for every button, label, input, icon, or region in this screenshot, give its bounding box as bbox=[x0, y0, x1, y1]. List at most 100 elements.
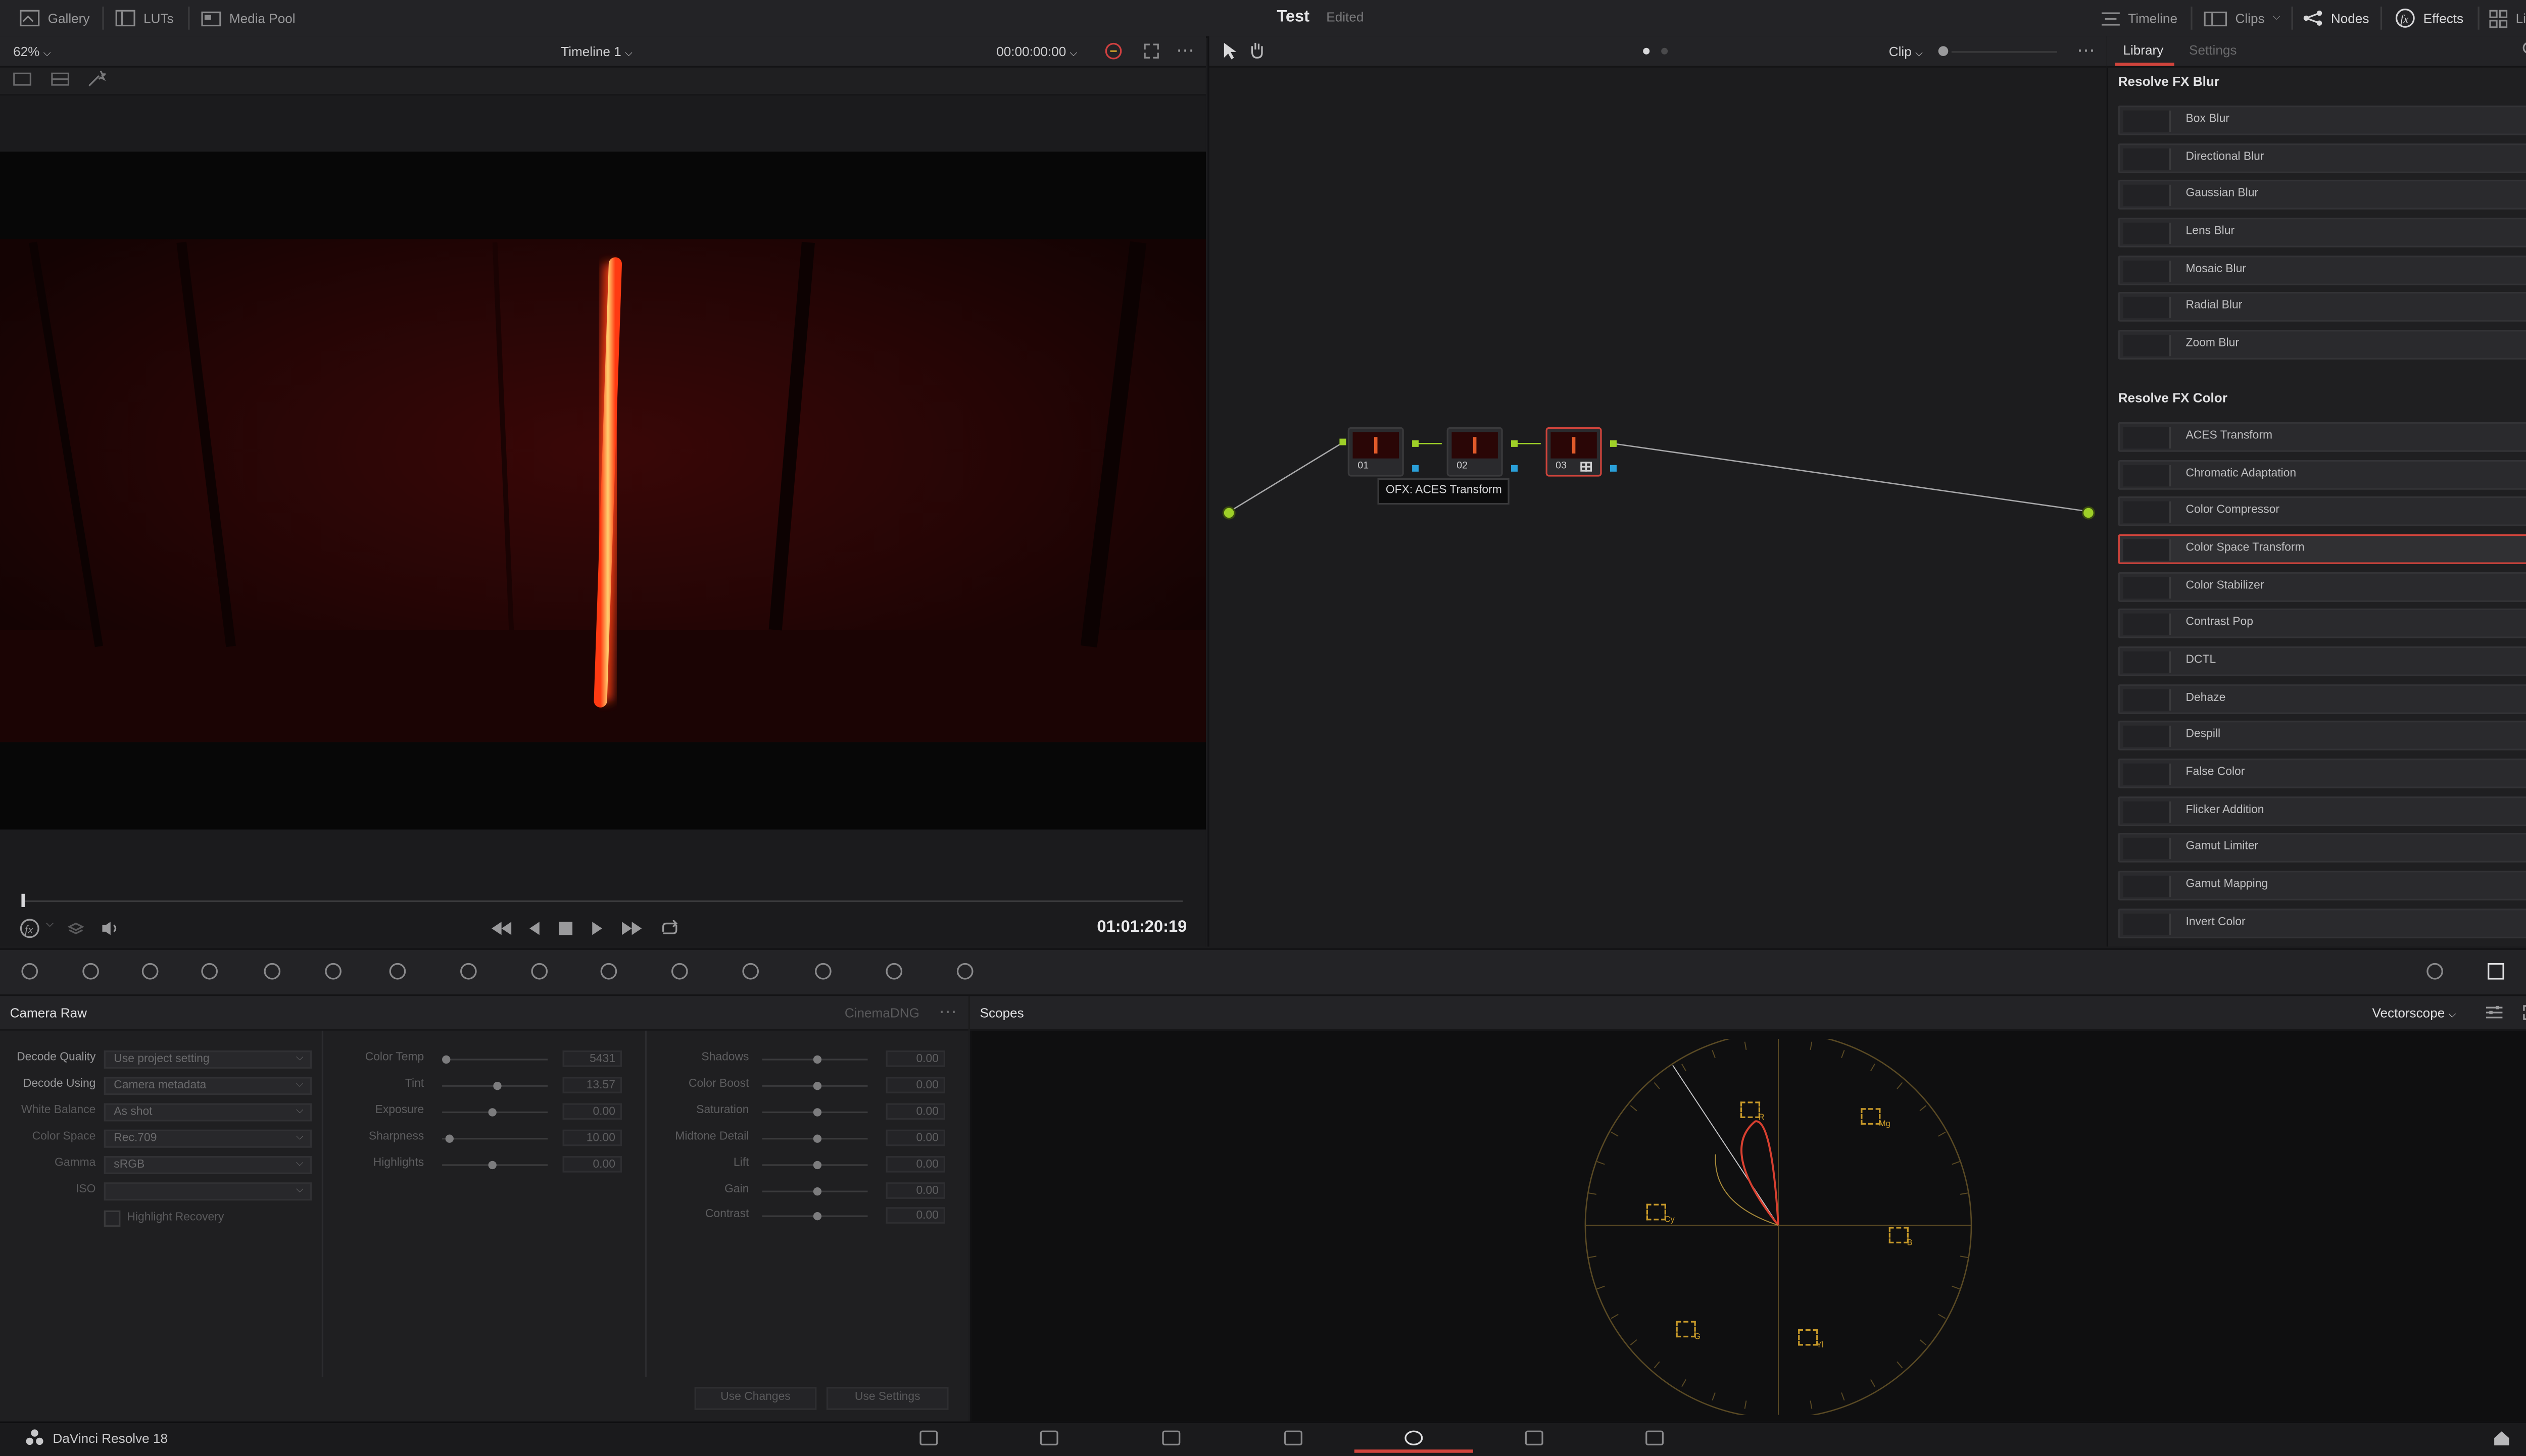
zoom-dropdown[interactable]: 62% ⌵ bbox=[13, 44, 51, 61]
node-options-icon[interactable]: ⋯ bbox=[2077, 39, 2095, 61]
timeline-toggle-button[interactable]: Timeline bbox=[2101, 0, 2177, 36]
raw-dropdown-decode-using[interactable]: Camera metadata ⌵ bbox=[104, 1076, 312, 1095]
slider-value-tint[interactable]: 13.57 bbox=[562, 1076, 622, 1093]
media-pool-button[interactable]: Media Pool bbox=[201, 0, 296, 36]
effect-item-zoom-blur[interactable]: Zoom Blur bbox=[2118, 330, 2526, 360]
source-input-dot[interactable] bbox=[1222, 506, 1236, 520]
split-view-icon[interactable] bbox=[51, 72, 70, 86]
play-icon[interactable] bbox=[591, 922, 604, 935]
node-03[interactable]: 03 bbox=[1545, 427, 1602, 477]
slider-knob[interactable] bbox=[493, 1081, 502, 1090]
raw-dropdown-white-balance[interactable]: As shot ⌵ bbox=[104, 1102, 312, 1121]
effect-item-color-compressor[interactable]: Color Compressor bbox=[2118, 496, 2526, 527]
playhead[interactable] bbox=[21, 893, 25, 907]
slider-knob[interactable] bbox=[442, 1055, 451, 1064]
effect-item-gaussian-blur[interactable]: Gaussian Blur bbox=[2118, 180, 2526, 210]
effect-item-dehaze[interactable]: Dehaze bbox=[2118, 684, 2526, 714]
effect-item-radial-blur[interactable]: Radial Blur bbox=[2118, 292, 2526, 322]
node-alpha-port[interactable] bbox=[1511, 465, 1518, 472]
slider-track[interactable] bbox=[442, 1137, 548, 1139]
camera-raw-options-icon[interactable]: ⋯ bbox=[939, 1001, 957, 1022]
effect-item-color-space-transform[interactable]: Color Space Transform bbox=[2118, 534, 2526, 564]
slider-knob[interactable] bbox=[813, 1134, 822, 1142]
node-output-port[interactable] bbox=[1610, 440, 1617, 447]
scope-settings-icon[interactable] bbox=[2486, 1005, 2503, 1021]
skip-to-start-icon[interactable] bbox=[492, 922, 512, 935]
edit-page-icon[interactable] bbox=[1161, 1428, 1181, 1448]
slider-value-contrast[interactable]: 0.00 bbox=[886, 1208, 946, 1225]
timeline-dropdown[interactable]: Timeline 1 ⌵ bbox=[561, 44, 633, 61]
zoom-slider-knob[interactable] bbox=[1938, 46, 1949, 57]
highlight-wand-icon[interactable] bbox=[87, 71, 106, 87]
effect-item-aces-transform[interactable]: ACES Transform bbox=[2118, 422, 2526, 452]
scopes-icon[interactable] bbox=[2486, 962, 2506, 981]
bypass-icon[interactable] bbox=[1103, 41, 1123, 61]
layers-icon[interactable] bbox=[67, 920, 84, 937]
slider-value-saturation[interactable]: 0.00 bbox=[886, 1102, 946, 1120]
raw-dropdown-iso[interactable]: ⌵ bbox=[104, 1181, 312, 1200]
color-page-icon[interactable] bbox=[1404, 1428, 1424, 1448]
node-02[interactable]: 02 bbox=[1446, 427, 1503, 477]
media-page-icon[interactable] bbox=[919, 1428, 939, 1448]
slider-value-lift[interactable]: 0.00 bbox=[886, 1155, 946, 1172]
slider-value-midtone-detail[interactable]: 0.00 bbox=[886, 1129, 946, 1146]
cut-page-icon[interactable] bbox=[1039, 1428, 1059, 1448]
stop-icon[interactable] bbox=[559, 922, 573, 935]
node-alpha-port[interactable] bbox=[1610, 465, 1617, 472]
scrubber-track[interactable] bbox=[23, 900, 1183, 902]
effect-item-false-color[interactable]: False Color bbox=[2118, 759, 2526, 788]
loop-icon[interactable] bbox=[660, 920, 679, 937]
slider-knob[interactable] bbox=[445, 1134, 454, 1142]
raw-dropdown-decode-quality[interactable]: Use project setting ⌵ bbox=[104, 1050, 312, 1069]
slider-knob[interactable] bbox=[488, 1160, 497, 1169]
node-alpha-port[interactable] bbox=[1412, 465, 1419, 472]
gallery-button[interactable]: Gallery bbox=[20, 0, 89, 36]
raw-dropdown-gamma[interactable]: sRGB ⌵ bbox=[104, 1155, 312, 1174]
slider-value-highlights[interactable]: 0.00 bbox=[562, 1155, 622, 1172]
effect-item-box-blur[interactable]: Box Blur bbox=[2118, 105, 2526, 135]
hdr-wheels-icon[interactable] bbox=[200, 962, 219, 981]
deliver-page-icon[interactable] bbox=[1645, 1428, 1665, 1448]
key-icon[interactable] bbox=[884, 962, 904, 981]
hand-tool-icon[interactable] bbox=[1249, 41, 1266, 60]
fullscreen-icon[interactable] bbox=[1143, 43, 1160, 60]
single-view-icon[interactable] bbox=[13, 72, 32, 86]
slider-value-shadows[interactable]: 0.00 bbox=[886, 1050, 946, 1067]
slider-value-color-boost[interactable]: 0.00 bbox=[886, 1076, 946, 1093]
blur-icon[interactable] bbox=[813, 962, 833, 981]
color-warper-icon[interactable] bbox=[459, 962, 478, 981]
effect-item-lens-blur[interactable]: Lens Blur bbox=[2118, 218, 2526, 247]
fusion-page-icon[interactable] bbox=[1283, 1428, 1303, 1448]
motion-effects-icon[interactable] bbox=[323, 962, 343, 981]
tab-library[interactable]: Library bbox=[2123, 43, 2163, 58]
slider-knob[interactable] bbox=[813, 1108, 822, 1116]
chevron-down-icon[interactable]: ⌵ bbox=[46, 920, 54, 932]
slider-knob[interactable] bbox=[813, 1081, 822, 1090]
effect-item-dctl[interactable]: DCTL bbox=[2118, 646, 2526, 676]
effect-item-invert-color[interactable]: Invert Color bbox=[2118, 908, 2526, 938]
qualifier-icon[interactable] bbox=[529, 962, 549, 981]
slider-value-sharpness[interactable]: 10.00 bbox=[562, 1129, 622, 1146]
fairlight-page-icon[interactable] bbox=[1524, 1428, 1544, 1448]
step-back-icon[interactable] bbox=[528, 922, 541, 935]
viewer-options-icon[interactable]: ⋯ bbox=[1176, 39, 1194, 61]
expand-icon[interactable] bbox=[2522, 1005, 2526, 1021]
effect-item-gamut-mapping[interactable]: Gamut Mapping bbox=[2118, 871, 2526, 900]
rgb-mixer-icon[interactable] bbox=[262, 962, 282, 981]
effect-item-color-stabilizer[interactable]: Color Stabilizer bbox=[2118, 571, 2526, 601]
effect-item-despill[interactable]: Despill bbox=[2118, 721, 2526, 751]
magic-mask-icon[interactable] bbox=[741, 962, 760, 981]
node-output-port[interactable] bbox=[1511, 440, 1518, 447]
scope-type-dropdown[interactable]: Vectorscope ⌵ bbox=[2372, 1006, 2456, 1023]
skip-to-end-icon[interactable] bbox=[622, 922, 642, 935]
page-dot[interactable] bbox=[1661, 47, 1668, 55]
camera-raw-icon[interactable] bbox=[20, 962, 39, 981]
effect-item-contrast-pop[interactable]: Contrast Pop bbox=[2118, 609, 2526, 639]
slider-value-gain[interactable]: 0.00 bbox=[886, 1181, 946, 1198]
pointer-tool-icon[interactable] bbox=[1223, 42, 1237, 60]
nodes-toggle-button[interactable]: Nodes bbox=[2303, 0, 2369, 36]
output-dot[interactable] bbox=[2081, 506, 2095, 520]
effects-overlay-icon[interactable]: fx bbox=[20, 919, 39, 938]
node-input-port[interactable] bbox=[1339, 438, 1346, 445]
slider-knob[interactable] bbox=[813, 1055, 822, 1064]
